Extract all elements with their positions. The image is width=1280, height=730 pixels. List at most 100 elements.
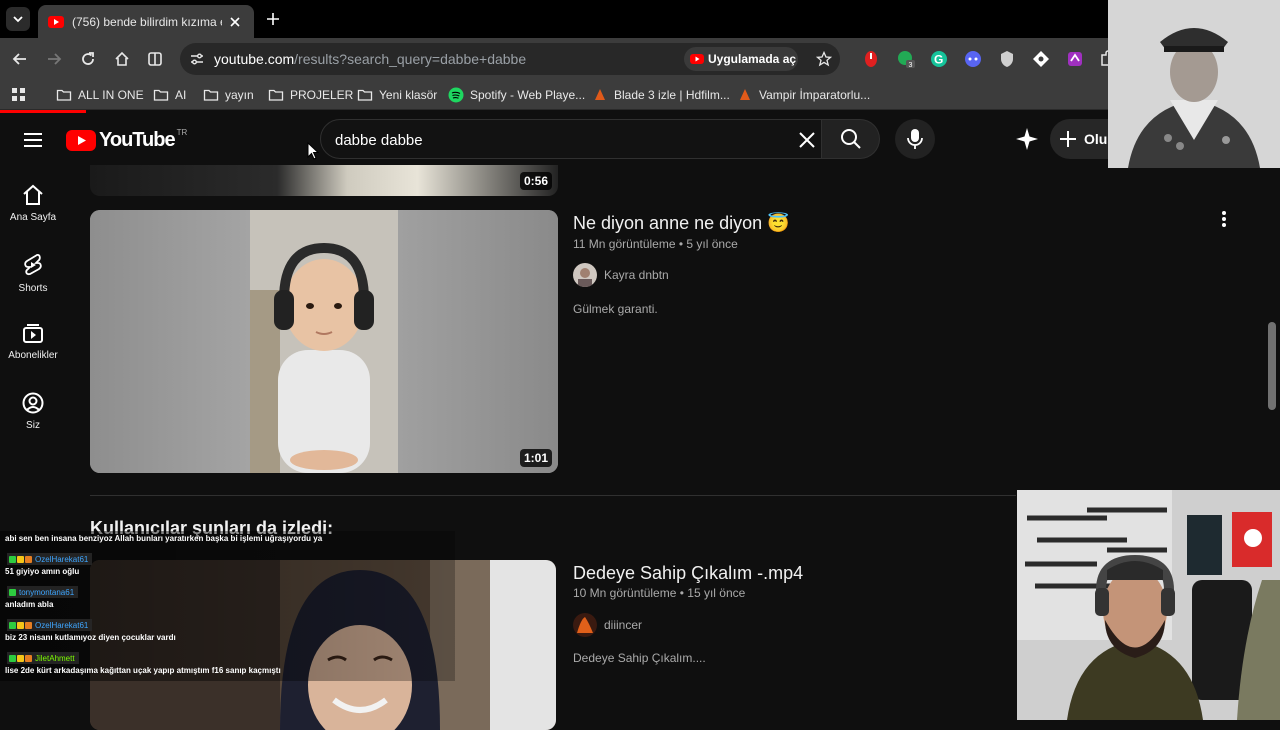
bookmarks-bar: ALL IN ONE AI yayın PROJELER Yeni klasör… xyxy=(0,80,1280,110)
extension-red-icon[interactable] xyxy=(861,49,881,69)
bookmark-folder-ai[interactable]: AI xyxy=(153,85,186,105)
extension-purple-icon[interactable] xyxy=(1065,49,1085,69)
channel-avatar xyxy=(573,263,597,287)
bookmark-label: Spotify - Web Playe... xyxy=(470,88,586,102)
hamburger-menu-icon[interactable] xyxy=(20,127,46,153)
channel-link[interactable]: Kayra dnbtn xyxy=(573,263,669,287)
search-button[interactable] xyxy=(822,119,880,159)
plus-icon xyxy=(267,13,279,25)
voice-search-button[interactable] xyxy=(895,119,935,159)
home-icon xyxy=(23,184,43,205)
channel-link[interactable]: diiincer xyxy=(573,613,642,637)
shorts-icon xyxy=(24,253,42,276)
chat-badge-icon xyxy=(9,555,16,563)
new-tab-button[interactable] xyxy=(262,8,284,30)
chevron-down-icon xyxy=(13,16,23,23)
extension-blue-icon[interactable] xyxy=(963,49,983,69)
region-code: TR xyxy=(176,127,188,137)
open-in-app-button[interactable]: Uygulamada aç xyxy=(684,47,798,71)
streamer-webcam-image xyxy=(1017,490,1280,720)
previous-video-thumbnail[interactable]: 0:56 xyxy=(90,165,558,196)
video-duration: 1:01 xyxy=(519,449,552,467)
home-button[interactable] xyxy=(110,47,134,71)
chat-badge-icon xyxy=(25,654,32,662)
site-settings-icon[interactable] xyxy=(189,51,205,67)
close-tab-icon[interactable] xyxy=(230,16,240,27)
folder-icon xyxy=(153,89,169,101)
chat-username-text: tonymontana61 xyxy=(19,587,75,597)
channel-name: Kayra dnbtn xyxy=(604,268,669,282)
home-icon xyxy=(115,51,129,66)
portrait-photo-overlay xyxy=(1108,0,1280,168)
active-tab[interactable]: (756) bende bilirdim kızıma e bu xyxy=(38,5,254,38)
youtube-logo[interactable]: YouTube TR xyxy=(66,128,187,152)
child-with-headphones-image xyxy=(250,210,398,473)
chat-username: OzelHarekat61 xyxy=(7,619,93,631)
clear-search-icon[interactable] xyxy=(795,128,819,152)
video-metadata: 11 Mn görüntüleme • 5 yıl önce xyxy=(573,237,738,251)
channel-name: diiincer xyxy=(604,618,643,632)
video-title[interactable]: Ne diyon anne ne diyon 😇 xyxy=(573,213,790,234)
forward-button[interactable] xyxy=(42,47,66,71)
film-site-icon xyxy=(595,89,605,100)
bookmark-folder-all-in-one[interactable]: ALL IN ONE xyxy=(56,85,144,105)
logo-wordmark: YouTube xyxy=(99,128,176,151)
sidebar-item-home[interactable]: Ana Sayfa xyxy=(0,184,66,246)
mouse-cursor-icon xyxy=(307,142,319,160)
url-host: youtube.com xyxy=(214,51,295,67)
plus-icon xyxy=(1060,131,1076,147)
shield-icon[interactable] xyxy=(997,49,1017,69)
chat-message: lise 2de kürt arkadaşıma kağıttan uçak y… xyxy=(5,666,281,675)
split-view-button[interactable] xyxy=(143,47,167,71)
url-path: /results?search_query=dabbe+dabbe xyxy=(294,51,527,67)
sidebar-item-subscriptions[interactable]: Abonelikler xyxy=(0,322,66,384)
address-bar[interactable]: youtube.com/results?search_query=dabbe+d… xyxy=(180,43,840,75)
sidebar-item-shorts[interactable]: Shorts xyxy=(0,253,66,315)
back-button[interactable] xyxy=(8,47,32,71)
bookmark-blade[interactable]: Blade 3 izle | Hdfilm... xyxy=(592,85,730,105)
open-in-app-label: Uygulamada aç xyxy=(708,52,797,66)
svg-text:G: G xyxy=(934,53,943,67)
bookmark-star-icon[interactable] xyxy=(816,51,832,67)
sidebar-item-label: Siz xyxy=(26,420,40,431)
reload-button[interactable] xyxy=(76,47,100,71)
video-thumbnail[interactable]: 1:01 xyxy=(90,210,558,473)
youtube-icon xyxy=(690,54,704,64)
sparkle-icon[interactable] xyxy=(1014,126,1040,152)
chat-username: JiletAhmett xyxy=(7,652,79,664)
tab-search-button[interactable] xyxy=(6,7,30,31)
extension-diamond-icon[interactable] xyxy=(1031,49,1051,69)
chat-username-text: OzelHarekat61 xyxy=(35,620,89,630)
chat-username-text: OzelHarekat61 xyxy=(35,554,89,564)
folder-icon xyxy=(268,89,284,101)
extension-green-icon[interactable]: 3 xyxy=(896,49,916,69)
chat-badge-icon xyxy=(25,621,32,629)
split-view-icon xyxy=(148,52,162,66)
chat-badge-icon xyxy=(25,555,32,563)
youtube-play-logo-icon xyxy=(66,129,96,151)
chat-badge-icon xyxy=(17,555,24,563)
browser-toolbar: youtube.com/results?search_query=dabbe+d… xyxy=(0,38,1280,80)
grammarly-icon[interactable]: G xyxy=(929,49,949,69)
reload-icon xyxy=(82,52,94,65)
sidebar-item-you[interactable]: Siz xyxy=(0,392,66,454)
bookmark-folder-yayin[interactable]: yayın xyxy=(203,85,254,105)
bookmark-folder-yeni-klasor[interactable]: Yeni klasör xyxy=(357,85,437,105)
bookmark-label: Blade 3 izle | Hdfilm... xyxy=(614,88,730,102)
bookmark-vampir[interactable]: Vampir İmparatorlu... xyxy=(737,85,870,105)
video-title[interactable]: Dedeye Sahip Çıkalım -.mp4 xyxy=(573,563,803,584)
apps-grid-icon[interactable] xyxy=(11,87,27,103)
video-title-text: Dedeye Sahip Çıkalım -.mp4 xyxy=(573,563,804,583)
spotify-icon xyxy=(448,87,464,103)
svg-text:3: 3 xyxy=(909,62,913,69)
bookmark-label: ALL IN ONE xyxy=(78,88,144,102)
search-icon xyxy=(840,129,861,149)
bookmark-spotify[interactable]: Spotify - Web Playe... xyxy=(448,85,585,105)
search-input[interactable] xyxy=(335,129,775,151)
film-site-icon xyxy=(740,89,750,100)
bookmark-folder-projeler[interactable]: PROJELER xyxy=(268,85,353,105)
chat-message: anladım abla xyxy=(5,600,54,609)
more-actions-icon[interactable] xyxy=(1216,209,1232,229)
page-scrollbar-thumb[interactable] xyxy=(1268,322,1276,410)
browser-tab-bar: (756) bende bilirdim kızıma e bu xyxy=(0,0,1280,38)
